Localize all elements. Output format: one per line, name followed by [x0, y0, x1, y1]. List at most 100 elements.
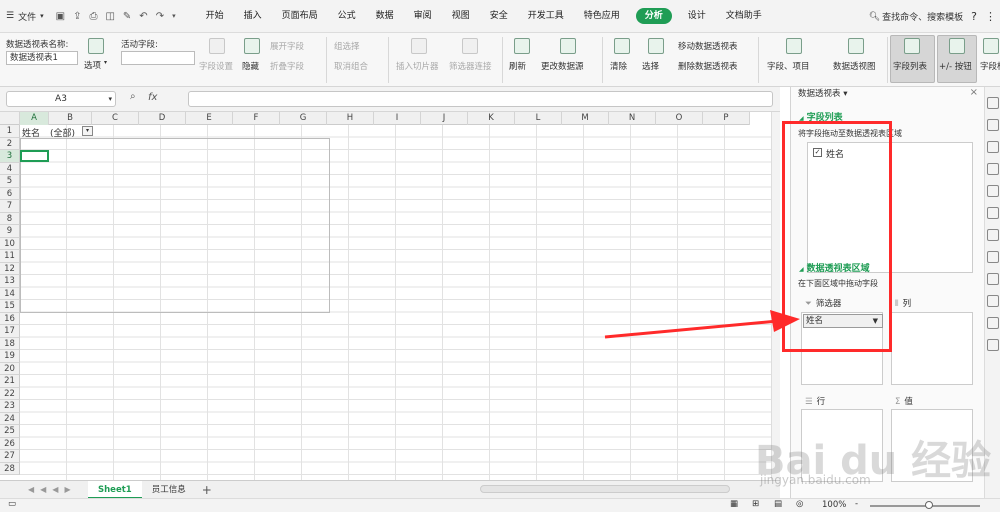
row-header-25[interactable]: 25 [0, 425, 20, 438]
options-icon[interactable] [88, 38, 104, 54]
command-search[interactable]: 查找命令、搜索模板 [882, 10, 963, 23]
column-header-g[interactable]: G [280, 112, 327, 125]
row-header-15[interactable]: 15 [0, 300, 20, 313]
collapse-field-button[interactable]: 折叠字段 [270, 60, 304, 72]
toolbar-tool-icon[interactable] [987, 273, 999, 285]
tab-features[interactable]: 特色应用 [574, 0, 630, 33]
toolbar-tool-icon[interactable] [987, 97, 999, 109]
row-header-2[interactable]: 2 [0, 137, 20, 150]
formula-input[interactable] [188, 91, 773, 107]
row-header-13[interactable]: 13 [0, 275, 20, 288]
toolbar-tool-icon[interactable] [987, 317, 999, 329]
tab-analyze[interactable]: 分析 [635, 8, 672, 24]
tab-view[interactable]: 视图 [442, 0, 480, 33]
horizontal-scrollbar[interactable] [480, 485, 730, 493]
column-header-e[interactable]: E [186, 112, 233, 125]
column-header-m[interactable]: M [562, 112, 609, 125]
toolbar-tool-icon[interactable] [987, 295, 999, 307]
row-header-10[interactable]: 10 [0, 237, 20, 250]
row-header-19[interactable]: 19 [0, 350, 20, 363]
refresh-button[interactable]: 刷新 [509, 60, 526, 72]
print-preview-icon[interactable]: ◫ [105, 11, 114, 22]
filter-dropdown-button[interactable]: ▾ [82, 126, 93, 136]
section-field-list[interactable]: ◢ 字段列表 [799, 110, 843, 123]
column-header-f[interactable]: F [233, 112, 280, 125]
column-header-h[interactable]: H [327, 112, 374, 125]
zoom-level[interactable]: 100% [822, 500, 846, 510]
selected-cell-a3[interactable] [20, 150, 49, 162]
undo-icon[interactable]: ↶ [139, 11, 147, 22]
row-header-7[interactable]: 7 [0, 200, 20, 213]
toolbar-tool-icon[interactable] [987, 185, 999, 197]
tab-home[interactable]: 开始 [196, 0, 234, 33]
close-icon[interactable]: × [970, 87, 978, 98]
checkbox-name-field[interactable]: ✓ [813, 148, 822, 157]
toolbar-tool-icon[interactable] [987, 339, 999, 351]
column-header-n[interactable]: N [609, 112, 656, 125]
tab-page-layout[interactable]: 页面布局 [272, 0, 328, 33]
select-all-corner[interactable] [0, 112, 20, 125]
row-header-12[interactable]: 12 [0, 262, 20, 275]
column-header-b[interactable]: B [49, 112, 92, 125]
column-header-k[interactable]: K [468, 112, 515, 125]
clear-button[interactable]: 清除 [610, 60, 627, 72]
ungroup-button[interactable]: 取消组合 [334, 60, 368, 72]
row-header-11[interactable]: 11 [0, 250, 20, 263]
toolbar-tool-icon[interactable] [987, 251, 999, 263]
row-header-1[interactable]: 1 [0, 125, 20, 138]
active-field-input[interactable] [121, 51, 195, 65]
insert-slicer-button[interactable]: 插入切片器 [396, 60, 439, 72]
column-header-j[interactable]: J [421, 112, 468, 125]
group-select-button[interactable]: 组选择 [334, 40, 360, 52]
field-headers-button[interactable]: 字段标 [980, 60, 1000, 72]
fx-icon[interactable]: fx [148, 92, 157, 103]
toolbar-tool-icon[interactable] [987, 207, 999, 219]
expand-field-button[interactable]: 展开字段 [270, 40, 304, 52]
zoom-out-button[interactable]: - [855, 499, 858, 509]
cell-a1[interactable]: 姓名 [22, 126, 40, 139]
row-header-14[interactable]: 14 [0, 287, 20, 300]
column-header-l[interactable]: L [515, 112, 562, 125]
add-sheet-button[interactable]: + [202, 483, 212, 497]
select-button[interactable]: 选择 [642, 60, 659, 72]
row-header-20[interactable]: 20 [0, 362, 20, 375]
plus-minus-button[interactable]: +/- 按钮 [939, 60, 972, 72]
move-pivot-button[interactable]: 移动数据透视表 [678, 40, 738, 52]
column-header-c[interactable]: C [92, 112, 139, 125]
row-header-5[interactable]: 5 [0, 175, 20, 188]
row-header-21[interactable]: 21 [0, 375, 20, 388]
panel-title[interactable]: 数据透视表 ▾ [798, 87, 847, 99]
field-list-button[interactable]: 字段列表 [893, 60, 927, 72]
toolbar-tool-icon[interactable] [987, 229, 999, 241]
fields-items-button[interactable]: 字段、项目 [767, 60, 810, 72]
row-header-23[interactable]: 23 [0, 400, 20, 413]
row-header-17[interactable]: 17 [0, 325, 20, 338]
row-header-26[interactable]: 26 [0, 437, 20, 450]
row-header-4[interactable]: 4 [0, 162, 20, 175]
more-button[interactable]: ⋮ [985, 10, 996, 23]
print-icon[interactable]: ⎙ [89, 11, 97, 22]
row-header-22[interactable]: 22 [0, 387, 20, 400]
vertical-scrollbar[interactable] [771, 112, 780, 480]
field-settings-button[interactable]: 字段设置 [199, 60, 233, 72]
file-menu[interactable]: ☰ 文件 ▾ [0, 0, 50, 33]
tab-developer[interactable]: 开发工具 [518, 0, 574, 33]
field-name-label[interactable]: 姓名 [826, 147, 844, 160]
format-painter-icon[interactable]: ✎ [123, 11, 131, 22]
section-pivot-areas[interactable]: ◢ 数据透视表区域 [799, 261, 870, 274]
row-header-28[interactable]: 28 [0, 462, 20, 475]
filter-connection-button[interactable]: 筛选器连接 [449, 60, 492, 72]
sheet-tab-employee-info[interactable]: 员工信息 [142, 481, 196, 499]
row-header-9[interactable]: 9 [0, 225, 20, 238]
tab-formulas[interactable]: 公式 [328, 0, 366, 33]
options-button[interactable]: 选项 [84, 59, 101, 71]
row-header-24[interactable]: 24 [0, 412, 20, 425]
page-layout-icon[interactable]: ⊞ [752, 499, 759, 509]
zoom-search-icon[interactable]: ⌕ [130, 91, 136, 102]
tab-insert[interactable]: 插入 [234, 0, 272, 33]
row-header-3[interactable]: 3 [0, 150, 20, 163]
tab-security[interactable]: 安全 [480, 0, 518, 33]
column-header-a[interactable]: A [20, 112, 49, 125]
sheet-tab-sheet1[interactable]: Sheet1 [88, 480, 142, 499]
tab-doc-assistant[interactable]: 文档助手 [716, 0, 772, 33]
